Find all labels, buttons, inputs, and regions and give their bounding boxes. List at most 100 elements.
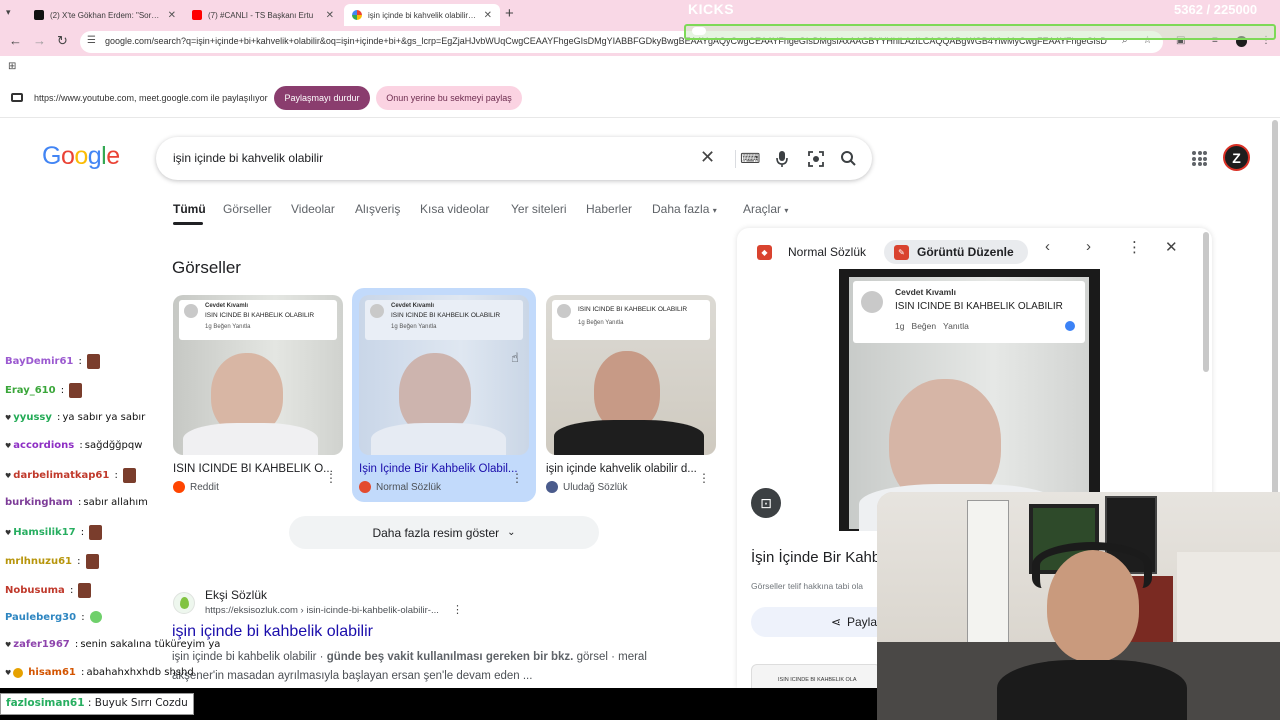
- new-tab-icon[interactable]: +: [505, 5, 514, 22]
- comment-meta: 1g Beğen Yanıtla: [895, 321, 969, 331]
- google-apps-icon[interactable]: [1192, 151, 1207, 166]
- comment-meta: 1g Beğen Yanıtla: [578, 320, 624, 326]
- close-tab-icon[interactable]: ✕: [168, 10, 176, 21]
- image-source[interactable]: Reddit: [173, 481, 343, 493]
- commenter-name: Cevdet Kıvamlı: [391, 303, 435, 309]
- tab-places[interactable]: Yer siteleri: [511, 202, 567, 216]
- chat-emote-icon: [122, 468, 136, 483]
- source-name: Reddit: [190, 481, 219, 493]
- logo-letter: o: [60, 142, 75, 170]
- apps-grid-icon[interactable]: ⊞: [8, 61, 16, 72]
- image-thumbnail[interactable]: ISIN ICINDE BI KAHBELIK OLABILIR 1g Beğe…: [546, 295, 716, 455]
- tab-google[interactable]: işin içinde bi kahvelik olabilir - G ✕: [344, 4, 500, 26]
- chat-text: sabır allahım: [83, 497, 148, 508]
- chat-message: Pauleberg30 :: [5, 611, 102, 623]
- chat-text: sağdğğpqw: [84, 440, 143, 451]
- chat-badge-icon: ♥: [5, 668, 12, 677]
- commenter-avatar: [370, 304, 384, 318]
- more-options-icon[interactable]: ⋮: [511, 471, 523, 485]
- image-source[interactable]: Uludağ Sözlük: [546, 481, 716, 493]
- image-result[interactable]: Cevdet Kıvamlı ISIN ICINDE BI KAHBELIK O…: [359, 295, 529, 493]
- site-info-icon[interactable]: ☰: [87, 35, 96, 46]
- image-caption[interactable]: ISIN ICINDE BI KAHBELIK O...: [173, 463, 343, 475]
- more-options-icon[interactable]: ⋮: [1127, 238, 1142, 256]
- image-result[interactable]: ISIN ICINDE BI KAHBELIK OLABILIR 1g Beğe…: [546, 295, 716, 493]
- reload-icon[interactable]: ↻: [57, 33, 68, 49]
- comment-meta: 1g Beğen Yanıtla: [205, 324, 251, 330]
- panel-site-tab[interactable]: ◆ Normal Sözlük: [757, 240, 866, 264]
- google-logo[interactable]: Google: [42, 142, 120, 171]
- share-this-tab-button[interactable]: Onun yerine bu sekmeyi paylaş: [376, 86, 522, 110]
- comment-text: ISIN ICINDE BI KAHBELIK OLABILIR: [895, 301, 1063, 312]
- more-images-button[interactable]: Daha fazla resim göster ⌄: [289, 516, 599, 549]
- x-logo-icon: [34, 10, 44, 20]
- image-caption[interactable]: İşin İçinde Bir Kahbelik Olabil...: [359, 463, 529, 475]
- next-image-icon[interactable]: ›: [1086, 238, 1091, 255]
- comment-text: ISIN ICINDE BI KAHBELIK OLABILIR: [578, 306, 688, 313]
- forward-icon[interactable]: →: [33, 33, 46, 48]
- panel-image-title[interactable]: İşin İçinde Bir Kahb: [751, 549, 880, 566]
- chat-message: ♥ hisam61 : abahahxhxhdb shshd: [5, 667, 194, 678]
- active-tab-indicator: [173, 222, 203, 225]
- panel-edit-tab[interactable]: ✎ Görüntü Düzenle: [884, 240, 1028, 264]
- chat-user: fazlosiman61: [6, 697, 85, 709]
- person-shirt: [371, 423, 506, 455]
- image-source[interactable]: Normal Sözlük: [359, 481, 529, 493]
- like-icon: [1065, 321, 1075, 331]
- microphone-icon[interactable]: [775, 150, 789, 168]
- tab-videos[interactable]: Videolar: [291, 202, 335, 216]
- share-label: Payla: [847, 615, 878, 629]
- tab-shopping[interactable]: Alışveriş: [355, 202, 400, 216]
- image-thumbnail[interactable]: Cevdet Kıvamlı ISIN ICINDE BI KAHBELIK O…: [359, 295, 529, 455]
- visual-search-button[interactable]: ⊡: [751, 488, 781, 518]
- person-shirt: [183, 423, 318, 455]
- normal-sozluk-icon: [359, 481, 371, 493]
- tab-tools[interactable]: Araçlar ▾: [743, 202, 788, 216]
- related-thumb-text: ISIN ICINDE BI KAHBELIK OLA: [778, 677, 857, 683]
- commenter-avatar: [184, 304, 198, 318]
- tab-short-videos[interactable]: Kısa videolar: [420, 202, 489, 216]
- more-options-icon[interactable]: ⋮: [698, 471, 710, 485]
- panel-scrollbar[interactable]: [1203, 232, 1209, 372]
- tab-tools-label: Araçlar: [743, 202, 782, 216]
- tab-x[interactable]: (2) X'te Gökhan Erdem: "Sorum ✕: [26, 4, 184, 26]
- result-site-name[interactable]: Ekşi Sözlük: [205, 588, 267, 602]
- kicks-label: KICKS: [688, 1, 735, 17]
- image-caption[interactable]: işin içinde kahvelik olabilir d...: [546, 463, 716, 475]
- tab-images[interactable]: Görseller: [223, 202, 272, 216]
- tab-youtube[interactable]: (7) #CANLI - TS Başkanı Ertu ✕: [184, 4, 342, 26]
- chat-message: ♥ zafer1967 : senin sakalına tüküreyim ya: [5, 639, 221, 650]
- tab-all[interactable]: Tümü: [173, 202, 206, 216]
- image-result[interactable]: Cevdet Kıvamlı ISIN ICINDE BI KAHBELIK O…: [173, 295, 343, 493]
- close-tab-icon[interactable]: ✕: [326, 10, 334, 21]
- back-icon[interactable]: ←: [9, 33, 22, 48]
- tab-search-icon[interactable]: ▾: [6, 7, 11, 18]
- close-panel-icon[interactable]: ✕: [1165, 238, 1178, 256]
- uludag-sozluk-icon: [546, 481, 558, 493]
- mouse-cursor-icon: ☝: [511, 350, 519, 365]
- chat-user: Nobusuma: [5, 585, 65, 596]
- clear-search-icon[interactable]: ✕: [700, 147, 715, 168]
- more-options-icon[interactable]: ⋮: [325, 471, 337, 485]
- tab-news[interactable]: Haberler: [586, 202, 632, 216]
- image-thumbnail[interactable]: Cevdet Kıvamlı ISIN ICINDE BI KAHBELIK O…: [173, 295, 343, 455]
- site-favicon[interactable]: [173, 592, 195, 614]
- google-lens-icon[interactable]: [807, 150, 825, 168]
- stop-sharing-button[interactable]: Paylaşmayı durdur: [274, 86, 370, 110]
- result-url[interactable]: https://eksisozluk.com › isin-icinde-bi-…: [205, 605, 439, 616]
- close-tab-icon[interactable]: ✕: [484, 10, 492, 21]
- keyboard-icon[interactable]: ⌨: [740, 150, 760, 167]
- share-icon: ⋖: [831, 615, 842, 629]
- search-input[interactable]: işin içinde bi kahvelik olabilir: [173, 151, 323, 165]
- kicks-progress-fill: [692, 27, 706, 35]
- account-avatar[interactable]: Z: [1223, 144, 1250, 171]
- webcam-overlay: [877, 492, 1280, 720]
- tab-more[interactable]: Daha fazla ▾: [652, 202, 717, 216]
- more-options-icon[interactable]: ⋮: [452, 603, 463, 616]
- previous-image-icon[interactable]: ‹: [1045, 238, 1050, 255]
- search-icon[interactable]: [840, 150, 857, 167]
- tab-title: (7) #CANLI - TS Başkanı Ertu: [208, 10, 314, 20]
- chat-user: accordions: [13, 440, 75, 451]
- chat-message: Nobusuma :: [5, 583, 92, 598]
- tab-title: işin içinde bi kahvelik olabilir - G: [368, 10, 478, 20]
